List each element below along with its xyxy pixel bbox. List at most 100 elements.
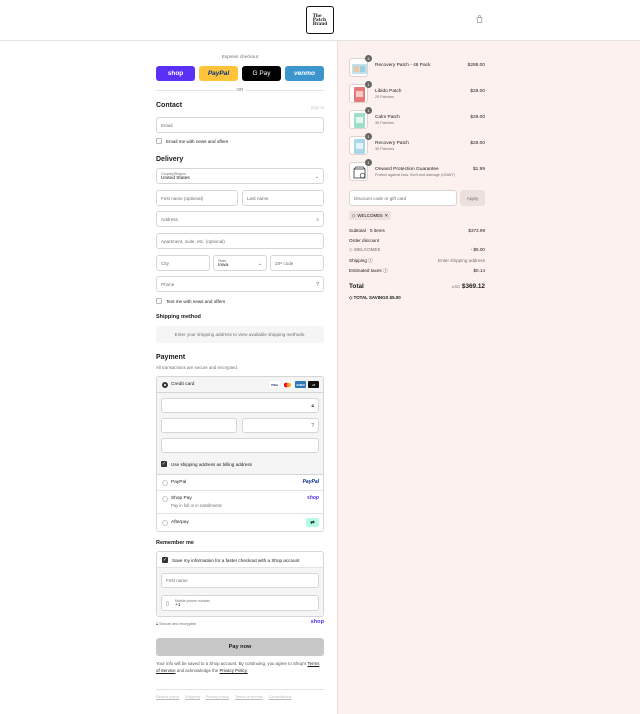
lock-icon: 🔒︎ [311, 403, 314, 409]
phone-field[interactable]: Phone ? [156, 276, 324, 292]
help-icon[interactable]: ⓘ [383, 268, 388, 273]
item-subtitle: 30 Patches [375, 121, 394, 125]
help-icon[interactable]: ? [316, 282, 319, 288]
shop-logo: shop [310, 619, 324, 625]
text-news-checkbox-row[interactable]: Text me with news and offers [156, 298, 225, 304]
remember-first-name-field[interactable]: First name [161, 573, 319, 588]
save-info-row[interactable]: ✓ Save my information for a faster check… [157, 552, 323, 568]
chevron-down-icon: ⌄ [257, 261, 262, 267]
quantity-badge: 1 [365, 133, 372, 140]
cart-item: 1 Libido Patch 20 Patches $28.00 [349, 81, 485, 106]
more-cards-badge: +5 [308, 381, 319, 388]
shop-pay-button[interactable]: shop [156, 66, 195, 81]
shop-pay-option[interactable]: Shop Pay Pay in full or in installments … [157, 491, 323, 514]
item-subtitle: Protect against loss, theft and damage (… [375, 173, 455, 177]
venmo-button[interactable]: venmo [285, 66, 324, 81]
text-news-checkbox[interactable] [156, 298, 162, 304]
quantity-badge: 1 [365, 81, 372, 88]
currency-code: USD [451, 284, 461, 289]
privacy-policy-footer-link[interactable]: Privacy policy [206, 695, 229, 699]
privacy-policy-link[interactable]: Privacy Policy. [220, 668, 248, 673]
apply-discount-button[interactable]: Apply [460, 190, 485, 206]
help-icon[interactable]: ? [311, 423, 314, 429]
card-number-field[interactable]: 🔒︎ [161, 398, 319, 413]
subtotal-value: $373.99 [468, 228, 485, 233]
shop-pay-label: Shop Pay [171, 496, 192, 501]
name-on-card-field[interactable] [161, 438, 319, 453]
email-news-checkbox-row[interactable]: Email me with news and offers [156, 138, 228, 144]
remember-me-heading: Remember me [156, 540, 194, 546]
total-value: $369.12 [461, 283, 485, 290]
shipping-method-heading: Shipping method [156, 314, 201, 320]
shop-pay-radio[interactable] [162, 496, 168, 502]
remember-me-form: First name Mobile phone number +1 ▯ [157, 568, 323, 616]
afterpay-option[interactable]: Afterpay ⇄ [157, 514, 323, 531]
or-label: OR [234, 87, 246, 92]
discount-code-label: WELCOME5 [353, 247, 381, 252]
subtotal-row: Subtotal · 5 items $373.99 [349, 228, 485, 233]
city-field[interactable]: City [156, 255, 210, 271]
item-price: $288.00 [467, 63, 485, 68]
save-info-checkbox-row: ✓ Save my information for a faster check… [162, 557, 299, 563]
discount-code-field[interactable]: Discount code or gift card [349, 190, 457, 206]
sign-in-link[interactable]: Sign in [311, 105, 324, 110]
billing-checkbox[interactable]: ✓ [161, 461, 167, 467]
afterpay-radio[interactable] [162, 520, 168, 526]
first-name-field[interactable]: First name (optional) [156, 190, 238, 206]
total-row: Total USD $369.12 [349, 283, 485, 290]
address-field[interactable]: Address ⌕ [156, 211, 324, 227]
email-field[interactable]: Email [156, 117, 324, 133]
billing-label: Use shipping address as billing address [171, 461, 252, 467]
shopping-bag-icon[interactable] [476, 15, 483, 23]
taxes-value: $0.14 [473, 268, 486, 273]
credit-card-option[interactable]: Credit card VISA AMEX +5 [157, 377, 323, 393]
quantity-badge: 4 [365, 55, 372, 62]
cancellations-link[interactable]: Cancellations [269, 695, 292, 699]
help-icon[interactable]: ⓘ [368, 258, 373, 263]
footer-links: Refund policy Shipping Privacy policy Te… [156, 695, 291, 699]
discount-tag: ◇ WELCOME5 ✕ [349, 211, 392, 220]
shipping-value: Enter shipping address [438, 258, 485, 263]
card-brand-logos: VISA AMEX +5 [269, 381, 319, 388]
quantity-badge: 1 [365, 107, 372, 114]
mobile-phone-field[interactable]: Mobile phone number +1 ▯ [161, 595, 319, 611]
save-info-checkbox[interactable]: ✓ [162, 557, 168, 563]
item-price: $28.00 [470, 115, 485, 120]
taxes-row: Estimated taxes ⓘ $0.14 [349, 268, 485, 274]
total-label: Total [349, 283, 364, 290]
paypal-option[interactable]: PayPal PayPal [157, 475, 323, 491]
paypal-radio[interactable] [162, 480, 168, 486]
header: The Patch Brand [0, 0, 640, 41]
shipping-link[interactable]: Shipping [185, 695, 200, 699]
paypal-button[interactable]: PayPal [199, 66, 238, 81]
text-news-label: Text me with news and offers [166, 298, 226, 304]
last-name-field[interactable]: Last name [242, 190, 324, 206]
item-name: Onward Protection Guarantee [375, 167, 439, 172]
email-news-checkbox[interactable] [156, 138, 162, 144]
shipping-label: Shipping [349, 258, 367, 263]
google-pay-button[interactable]: G Pay [242, 66, 281, 81]
refund-policy-link[interactable]: Refund policy [156, 695, 179, 699]
billing-checkbox-row[interactable]: ✓ Use shipping address as billing addres… [161, 461, 252, 467]
savings-tag-icon: ◇ [349, 295, 353, 300]
item-name: Recovery Patch [375, 141, 409, 146]
state-select[interactable]: State Iowa ⌄ [213, 255, 267, 271]
discount-code-row: ◇ WELCOME5 - $5.00 [349, 247, 485, 253]
payment-heading: Payment [156, 354, 186, 361]
security-code-field[interactable]: ? [242, 418, 319, 433]
pay-now-button[interactable]: Pay now [156, 638, 324, 656]
item-name: Libido Patch [375, 89, 402, 94]
country-select[interactable]: Country/Region United States ⌄ [156, 168, 324, 184]
total-value-group: USD $369.12 [452, 283, 485, 290]
cart-item: 4 Recovery Patch - 48 Pack $288.00 [349, 55, 485, 80]
credit-card-radio[interactable] [162, 382, 168, 388]
save-info-label: Save my information for a faster checkou… [172, 557, 300, 563]
apartment-field[interactable]: Apartment, suite, etc. (optional) [156, 233, 324, 249]
discount-tag-code: WELCOME5 [357, 213, 383, 218]
remove-discount-icon[interactable]: ✕ [385, 213, 389, 219]
zip-field[interactable]: ZIP code [270, 255, 324, 271]
taxes-label: Estimated taxes [349, 268, 382, 273]
expiration-field[interactable] [161, 418, 237, 433]
terms-of-service-footer-link[interactable]: Terms of service [235, 695, 263, 699]
store-logo[interactable]: The Patch Brand [306, 6, 334, 34]
